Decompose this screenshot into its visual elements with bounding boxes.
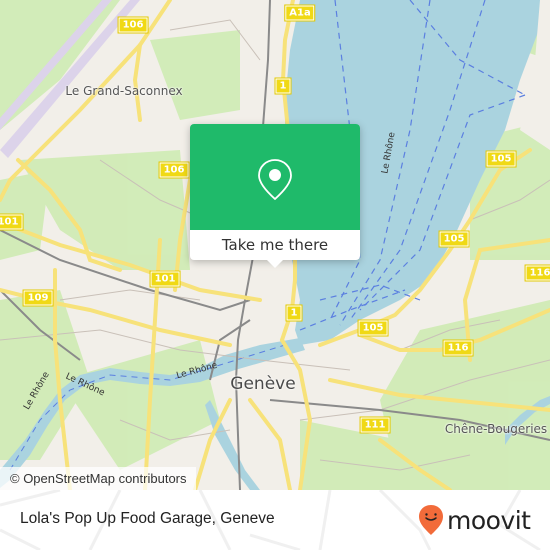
take-me-there-button[interactable]: Take me there xyxy=(190,230,360,260)
footer: Lola's Pop Up Food Garage, Geneve moovit xyxy=(0,490,550,550)
road-shield: 109 xyxy=(22,289,54,307)
place-label-chene-bougeries: Chêne-Bougeries xyxy=(444,422,548,436)
place-label-le-grand-saconnex: Le Grand-Saconnex xyxy=(65,84,183,98)
road-shield: 1 xyxy=(274,77,292,95)
road-shield: 1 xyxy=(285,304,303,322)
road-shield: 105 xyxy=(438,230,470,248)
moovit-logo[interactable]: moovit xyxy=(418,503,531,537)
road-shield: 116 xyxy=(442,339,474,357)
moovit-pin-icon xyxy=(419,505,443,535)
map-pin-icon xyxy=(258,159,292,200)
road-shield: A1a xyxy=(284,4,316,22)
location-popup[interactable]: Take me there xyxy=(190,124,360,268)
popup-header xyxy=(190,124,360,230)
road-shield: 116 xyxy=(524,264,550,282)
road-shield: 105 xyxy=(357,319,389,337)
popup-pointer xyxy=(267,260,283,268)
road-shield: 106 xyxy=(117,16,149,34)
place-name: Lola's Pop Up Food Garage, Geneve xyxy=(20,510,275,527)
map-attribution[interactable]: © OpenStreetMap contributors xyxy=(0,467,196,490)
road-shield: 101 xyxy=(149,270,181,288)
map[interactable]: 106 A1a 1 105 106 101 105 116 101 109 1 … xyxy=(0,0,550,490)
road-shield: 106 xyxy=(158,161,190,179)
road-shield: 111 xyxy=(359,416,391,434)
road-shield: 105 xyxy=(485,150,517,168)
place-label-geneve: Genève xyxy=(230,374,296,394)
moovit-wordmark: moovit xyxy=(447,505,531,535)
road-shield: 101 xyxy=(0,213,24,231)
